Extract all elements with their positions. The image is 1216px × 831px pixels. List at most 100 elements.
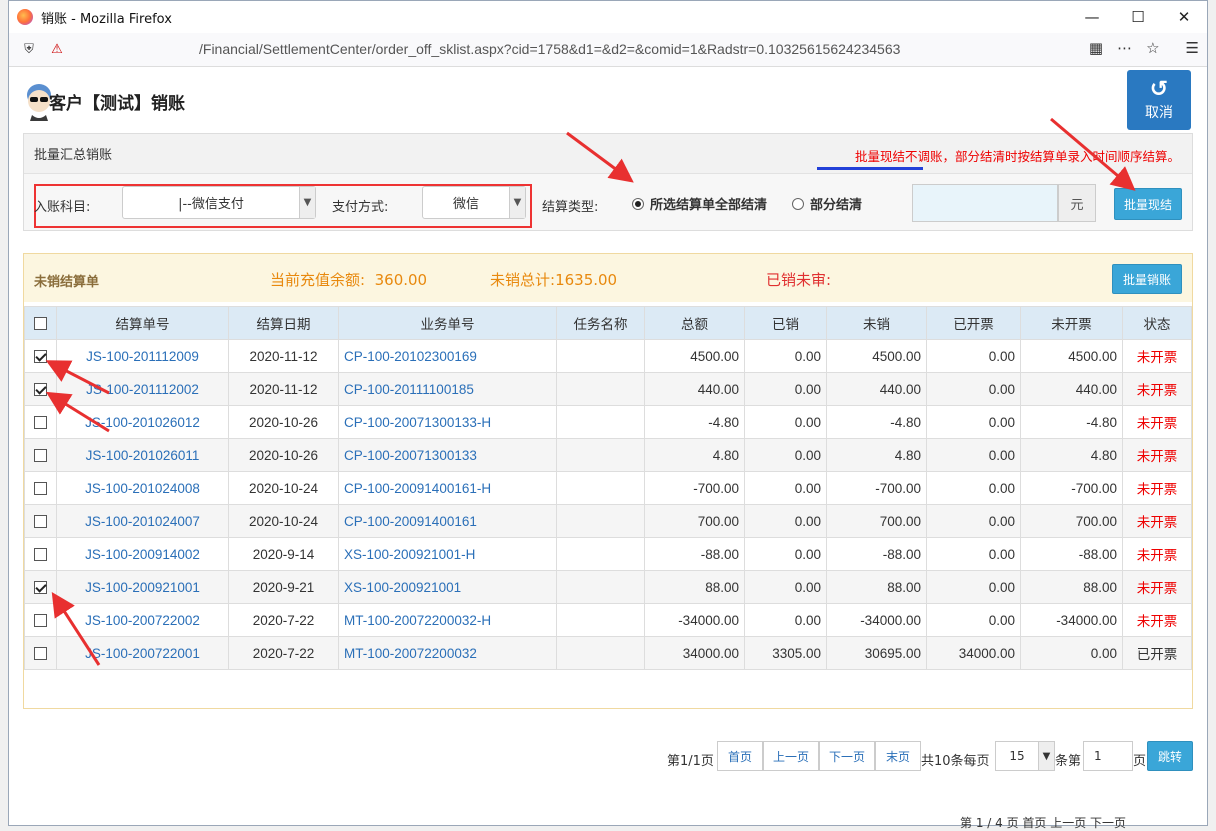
select-all-checkbox[interactable] — [34, 317, 47, 331]
cell-paid: 0.00 — [744, 405, 827, 439]
row-select-cell[interactable] — [24, 438, 57, 472]
page-header: 客户【测试】销账 ↺ 取消 — [9, 67, 1207, 133]
row-select-cell[interactable] — [24, 504, 57, 538]
row-checkbox[interactable] — [34, 614, 47, 628]
row-select-cell[interactable] — [24, 537, 57, 571]
table-row: JS-100-201112009 2020-11-12 CP-100-2010230… — [24, 339, 1192, 373]
col-header[interactable]: 结算单号 — [56, 306, 229, 340]
url-text[interactable]: /Financial/SettlementCenter/order_off_sk… — [199, 41, 900, 57]
select-all-cell[interactable] — [24, 306, 57, 340]
radio-settle-partial[interactable]: 部分结清 — [792, 194, 862, 213]
row-select-cell[interactable] — [24, 603, 57, 637]
row-checkbox[interactable] — [34, 482, 47, 496]
table-row: JS-100-201026011 2020-10-26 CP-100-2007130… — [24, 438, 1192, 472]
col-header[interactable]: 总额 — [644, 306, 745, 340]
cell-no[interactable]: JS-100-201112009 — [56, 339, 229, 373]
cell-biz[interactable]: XS-100-200921001 — [338, 570, 557, 604]
col-header[interactable]: 任务名称 — [556, 306, 645, 340]
row-select-cell[interactable] — [24, 372, 57, 406]
window-title: 销账 - Mozilla Firefox — [41, 11, 172, 27]
more-icon[interactable]: ⋯ — [1117, 39, 1132, 57]
menu-icon[interactable]: ☰ — [1186, 39, 1199, 57]
bookmark-star-icon[interactable]: ☆ — [1146, 39, 1159, 57]
cell-biz[interactable]: CP-100-20091400161-H — [338, 471, 557, 505]
cell-no[interactable]: JS-100-201112002 — [56, 372, 229, 406]
no-permission-icon[interactable]: ⚠ — [47, 40, 67, 60]
cancel-button[interactable]: ↺ 取消 — [1127, 70, 1191, 130]
row-checkbox[interactable] — [34, 416, 47, 430]
cell-status: 已开票 — [1122, 636, 1192, 670]
table-row: JS-100-200914002 2020-9-14 XS-100-20092100… — [24, 537, 1192, 571]
cell-total: -700.00 — [644, 471, 745, 505]
first-page-button[interactable]: 首页 — [717, 741, 763, 771]
col-header[interactable]: 结算日期 — [228, 306, 339, 340]
cell-biz[interactable]: MT-100-20072200032-H — [338, 603, 557, 637]
payment-label: 支付方式: — [332, 200, 389, 215]
cancel-label: 取消 — [1145, 105, 1173, 121]
row-select-cell[interactable] — [24, 339, 57, 373]
cell-total: 4500.00 — [644, 339, 745, 373]
cell-invoiced: 0.00 — [926, 537, 1021, 571]
radio-settle-all[interactable]: 所选结算单全部结清 — [632, 194, 767, 213]
cell-task — [556, 636, 645, 670]
cell-task — [556, 504, 645, 538]
last-page-button[interactable]: 末页 — [875, 741, 921, 771]
col-header[interactable]: 已销 — [744, 306, 827, 340]
col-header[interactable]: 未开票 — [1020, 306, 1123, 340]
col-header[interactable]: 状态 — [1122, 306, 1192, 340]
next-page-button[interactable]: 下一页 — [819, 741, 875, 771]
cell-no[interactable]: JS-100-201026011 — [56, 438, 229, 472]
row-checkbox[interactable] — [34, 449, 47, 463]
cell-biz[interactable]: XS-100-200921001-H — [338, 537, 557, 571]
cell-task — [556, 339, 645, 373]
page-size-select[interactable]: 15 ▼ — [995, 741, 1055, 771]
cell-paid: 0.00 — [744, 339, 827, 373]
cell-no[interactable]: JS-100-201024008 — [56, 471, 229, 505]
cell-no[interactable]: JS-100-200914002 — [56, 537, 229, 571]
row-checkbox[interactable] — [34, 350, 47, 364]
minimize-icon[interactable]: — — [1069, 1, 1115, 33]
row-select-cell[interactable] — [24, 471, 57, 505]
batch-settle-button[interactable]: 批量现结 — [1114, 188, 1182, 220]
cell-biz[interactable]: CP-100-20091400161 — [338, 504, 557, 538]
row-select-cell[interactable] — [24, 570, 57, 604]
row-checkbox[interactable] — [34, 383, 47, 397]
cell-total: 440.00 — [644, 372, 745, 406]
row-select-cell[interactable] — [24, 405, 57, 439]
close-icon[interactable]: ✕ — [1161, 1, 1207, 33]
payment-select[interactable]: 微信 ▼ — [422, 186, 526, 219]
row-checkbox[interactable] — [34, 647, 47, 661]
col-header[interactable]: 未销 — [826, 306, 927, 340]
row-checkbox[interactable] — [34, 548, 47, 562]
payment-select-value: 微信 — [452, 197, 479, 212]
cell-paid: 0.00 — [744, 471, 827, 505]
cell-no[interactable]: JS-100-200921001 — [56, 570, 229, 604]
cell-biz[interactable]: CP-100-20071300133-H — [338, 405, 557, 439]
cell-no[interactable]: JS-100-200722002 — [56, 603, 229, 637]
cell-biz[interactable]: CP-100-20102300169 — [338, 339, 557, 373]
maximize-icon[interactable]: ☐ — [1115, 1, 1161, 33]
cell-biz[interactable]: CP-100-20111100185 — [338, 372, 557, 406]
row-checkbox[interactable] — [34, 581, 47, 595]
account-select[interactable]: |--微信支付 ▼ — [122, 186, 316, 219]
page-number-input[interactable]: 1 — [1083, 741, 1133, 771]
col-header[interactable]: 已开票 — [926, 306, 1021, 340]
notice-prefix: 批量现结不调账 — [854, 149, 943, 164]
col-header[interactable]: 业务单号 — [338, 306, 557, 340]
batch-header-title: 批量汇总销账 — [34, 148, 113, 163]
qr-code-icon[interactable]: ▦ — [1089, 39, 1103, 57]
amount-input[interactable] — [912, 184, 1058, 222]
jump-button[interactable]: 跳转 — [1147, 741, 1193, 771]
batch-writeoff-button[interactable]: 批量销账 — [1112, 264, 1182, 294]
row-select-cell[interactable] — [24, 636, 57, 670]
cell-biz[interactable]: MT-100-20072200032 — [338, 636, 557, 670]
cell-unpaid: 30695.00 — [826, 636, 927, 670]
cell-biz[interactable]: CP-100-20071300133 — [338, 438, 557, 472]
cell-no[interactable]: JS-100-201024007 — [56, 504, 229, 538]
address-bar[interactable]: ⛨ ⚠ /Financial/SettlementCenter/order_of… — [9, 33, 1207, 67]
cell-no[interactable]: JS-100-201026012 — [56, 405, 229, 439]
shield-icon[interactable]: ⛨ — [19, 40, 39, 60]
row-checkbox[interactable] — [34, 515, 47, 529]
cell-no[interactable]: JS-100-200722001 — [56, 636, 229, 670]
prev-page-button[interactable]: 上一页 — [763, 741, 819, 771]
